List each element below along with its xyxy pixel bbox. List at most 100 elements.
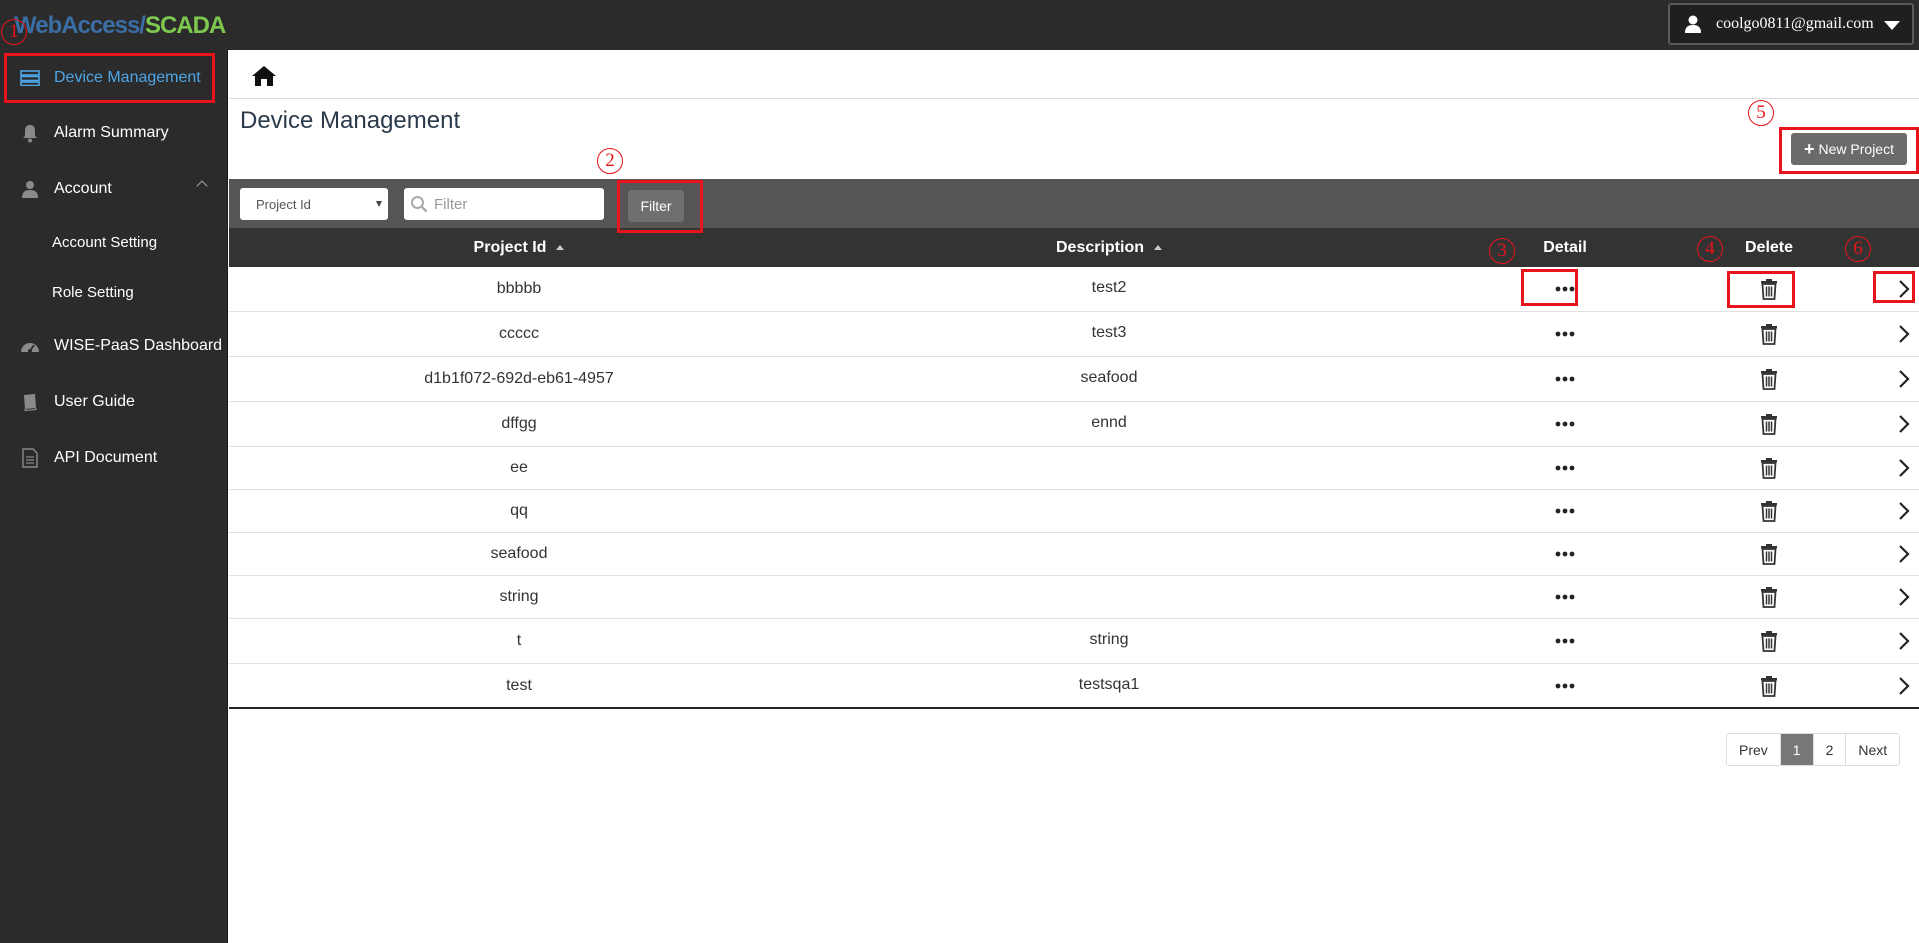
table-row: string (229, 576, 1919, 619)
open-project-button[interactable] (1889, 402, 1919, 446)
sidebar-item-label: Device Management (54, 69, 201, 86)
detail-button[interactable] (1535, 490, 1595, 532)
sidebar-item-alarm-summary[interactable]: Alarm Summary (0, 110, 228, 156)
sidebar-item-role-setting[interactable]: Role Setting (0, 272, 228, 312)
trash-icon (1761, 544, 1777, 565)
chevron-right-icon (1899, 676, 1910, 695)
column-label: Project Id (473, 238, 547, 256)
more-dots-icon (1555, 465, 1575, 471)
detail-button[interactable] (1535, 619, 1595, 663)
open-project-button[interactable] (1889, 447, 1919, 489)
delete-button[interactable] (1739, 402, 1799, 446)
pagination-page-2[interactable]: 2 (1813, 734, 1847, 765)
column-header-project-id[interactable]: Project Id (389, 228, 649, 267)
more-dots-icon (1555, 376, 1575, 382)
trash-icon (1761, 631, 1777, 652)
annotation-number-4: 4 (1697, 236, 1723, 262)
trash-icon (1761, 458, 1777, 479)
pagination-next[interactable]: Next (1846, 734, 1900, 765)
delete-button[interactable] (1739, 447, 1799, 489)
delete-button[interactable] (1739, 619, 1799, 663)
detail-button[interactable] (1535, 533, 1595, 575)
main-content: Device Management + New Project Project … (229, 50, 1919, 943)
search-icon (411, 196, 428, 213)
cell-description: test3 (1091, 324, 1127, 341)
detail-button[interactable] (1535, 447, 1595, 489)
trash-icon (1761, 324, 1777, 345)
filter-button[interactable]: Filter (628, 190, 684, 222)
app-logo[interactable]: WebAccess/SCADA (14, 12, 226, 40)
sidebar-item-device-management[interactable]: Device Management (0, 55, 228, 101)
table-body: bbbbb test2 ccccc test3 d1b1f072-692d-eb61-4… (229, 267, 1919, 709)
book-icon (20, 392, 40, 412)
table-row: d1b1f072-692d-eb61-4957 seafood (229, 357, 1919, 402)
cell-description: seafood (1080, 369, 1138, 386)
sidebar-item-account[interactable]: Account (0, 166, 228, 212)
sidebar-item-user-guide[interactable]: User Guide (0, 379, 228, 425)
open-project-button[interactable] (1889, 312, 1919, 356)
column-header-description[interactable]: Description (979, 228, 1239, 267)
open-project-button[interactable] (1889, 357, 1919, 401)
cell-project-id: seafood (490, 545, 548, 562)
cell-project-id: string (499, 588, 539, 605)
sidebar-item-account-setting[interactable]: Account Setting (0, 222, 228, 262)
dashboard-icon (20, 336, 40, 356)
detail-button[interactable] (1535, 402, 1595, 446)
delete-button[interactable] (1739, 312, 1799, 356)
trash-icon (1761, 279, 1777, 300)
more-dots-icon (1555, 683, 1575, 688)
user-icon (20, 179, 40, 199)
sidebar: Device Management Alarm Summary Account … (0, 50, 228, 943)
sidebar-item-label: User Guide (54, 393, 135, 410)
home-icon[interactable] (251, 64, 277, 88)
open-project-button[interactable] (1889, 619, 1919, 663)
detail-button[interactable] (1535, 267, 1595, 311)
more-dots-icon (1555, 551, 1575, 557)
table-row: seafood (229, 533, 1919, 576)
annotation-number-5: 5 (1748, 100, 1774, 126)
sidebar-item-wise-paas-dashboard[interactable]: WISE-PaaS Dashboard (0, 323, 228, 369)
column-label: Description (1055, 238, 1144, 256)
cell-project-id: bbbbb (496, 280, 542, 297)
sidebar-item-label: Account (54, 180, 112, 197)
more-dots-icon (1555, 508, 1575, 514)
delete-button[interactable] (1739, 576, 1799, 618)
open-project-button[interactable] (1889, 490, 1919, 532)
pagination-prev[interactable]: Prev (1727, 734, 1781, 765)
sidebar-item-api-document[interactable]: API Document (0, 435, 228, 481)
table-row: qq (229, 490, 1919, 533)
delete-button[interactable] (1739, 267, 1799, 311)
chevron-right-icon (1899, 545, 1910, 563)
delete-button[interactable] (1739, 490, 1799, 532)
delete-button[interactable] (1739, 357, 1799, 401)
open-project-button[interactable] (1889, 267, 1919, 311)
sidebar-item-label: WISE-PaaS Dashboard (54, 337, 223, 354)
user-menu[interactable]: coolgo0811@gmail.com (1668, 3, 1914, 45)
detail-button[interactable] (1535, 576, 1595, 618)
table-header: Project Id Description Detail Delete (229, 228, 1919, 267)
new-project-label: New Project (1818, 141, 1894, 157)
detail-button[interactable] (1535, 357, 1595, 401)
delete-button[interactable] (1739, 664, 1799, 707)
open-project-button[interactable] (1889, 576, 1919, 618)
chevron-right-icon (1899, 632, 1910, 650)
open-project-button[interactable] (1889, 533, 1919, 575)
table-row: bbbbb test2 (229, 267, 1919, 312)
filter-field-select[interactable]: Project Id (240, 188, 388, 220)
table-row: ee (229, 447, 1919, 490)
cell-description: string (1089, 631, 1129, 648)
chevron-right-icon (1899, 459, 1910, 477)
trash-icon (1761, 587, 1777, 608)
trash-icon (1761, 414, 1777, 435)
chevron-right-icon (1899, 325, 1910, 343)
filter-input[interactable] (434, 195, 594, 213)
delete-button[interactable] (1739, 533, 1799, 575)
server-icon (20, 68, 40, 88)
sidebar-item-label: Account Setting (52, 233, 158, 251)
more-dots-icon (1555, 331, 1575, 337)
detail-button[interactable] (1535, 312, 1595, 356)
pagination-page-1[interactable]: 1 (1780, 734, 1814, 765)
detail-button[interactable] (1535, 664, 1595, 707)
new-project-button[interactable]: + New Project (1791, 133, 1907, 165)
open-project-button[interactable] (1889, 664, 1919, 707)
